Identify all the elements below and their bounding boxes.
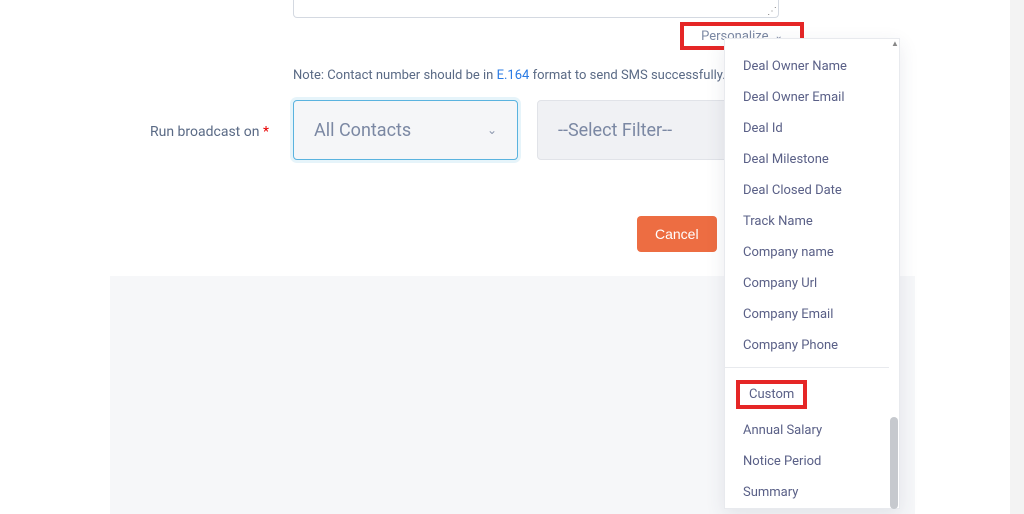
chevron-down-icon: ⌄ [487, 123, 497, 137]
personalize-dropdown-menu: Deal Owner Name Deal Owner Email Deal Id… [724, 38, 900, 509]
dropdown-item-company-phone[interactable]: Company Phone [725, 330, 899, 361]
e164-link[interactable]: E.164 [497, 68, 530, 83]
dropdown-item-deal-milestone[interactable]: Deal Milestone [725, 144, 899, 175]
dropdown-item-deal-owner-email[interactable]: Deal Owner Email [725, 82, 899, 113]
note-prefix: Note: Contact number should be in [293, 68, 497, 83]
dropdown-item-company-url[interactable]: Company Url [725, 268, 899, 299]
dropdown-item-deal-closed-date[interactable]: Deal Closed Date [725, 175, 899, 206]
dropdown-item-deal-id[interactable]: Deal Id [725, 113, 899, 144]
dropdown-item-deal-owner-name[interactable]: Deal Owner Name [725, 51, 899, 82]
contacts-select[interactable]: All Contacts ⌄ [293, 100, 518, 160]
message-textarea[interactable]: ⋰ [293, 0, 779, 18]
action-buttons: Cancel [637, 216, 735, 252]
dropdown-item-notice-period[interactable]: Notice Period [725, 446, 899, 477]
dropdown-item-company-email[interactable]: Company Email [725, 299, 899, 330]
dropdown-item-summary[interactable]: Summary [725, 477, 899, 508]
dropdown-item-annual-salary[interactable]: Annual Salary [725, 415, 899, 446]
dropdown-scrollbar[interactable]: ▲ [889, 39, 899, 508]
dropdown-custom-header[interactable]: Custom [736, 380, 807, 409]
filter-select-value: --Select Filter-- [558, 120, 672, 141]
run-broadcast-label-text: Run broadcast on [150, 124, 259, 140]
note-suffix: format to send SMS successfully. [529, 68, 725, 83]
contacts-select-value: All Contacts [314, 120, 411, 141]
cancel-button[interactable]: Cancel [637, 216, 717, 252]
scroll-thumb[interactable] [890, 417, 898, 509]
required-asterisk: * [263, 124, 269, 140]
resize-handle-icon[interactable]: ⋰ [767, 8, 777, 18]
dropdown-custom-section: Custom Annual Salary Notice Period Summa… [725, 367, 899, 508]
dropdown-item-track-name[interactable]: Track Name [725, 206, 899, 237]
note-text: Note: Contact number should be in E.164 … [293, 68, 726, 83]
dropdown-item-company-name[interactable]: Company name [725, 237, 899, 268]
scroll-up-icon[interactable]: ▲ [891, 39, 899, 48]
page-scrollbar-track[interactable] [1010, 0, 1024, 514]
run-broadcast-label: Run broadcast on * [150, 124, 269, 140]
